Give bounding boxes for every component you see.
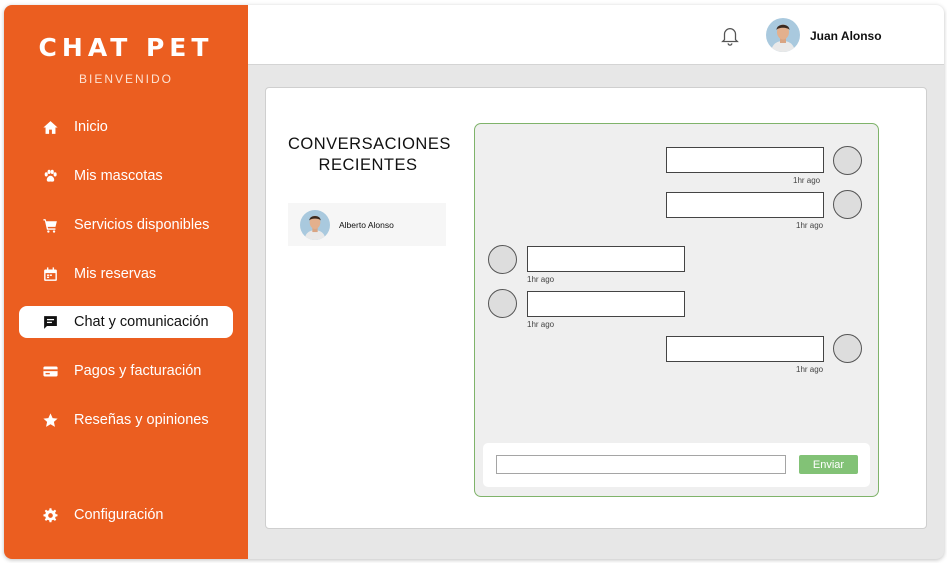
- message-avatar: [833, 334, 862, 363]
- chat-card: CONVERSACIONES RECIENTES Alberto Alonso …: [265, 87, 927, 529]
- message-bubble: [666, 147, 824, 173]
- message-bubble: [666, 192, 824, 218]
- message-time: 1hr ago: [527, 275, 555, 284]
- app-window: CHAT PET BIENVENIDO Inicio Mis mascotas: [4, 5, 944, 559]
- sidebar-item-chat[interactable]: Chat y comunicación: [19, 306, 233, 338]
- top-header: Juan Alonso: [248, 5, 944, 65]
- paw-icon: [40, 166, 60, 186]
- message-bubble: [527, 246, 685, 272]
- sidebar-item-label: Chat y comunicación: [74, 314, 209, 330]
- chat-icon: [40, 312, 60, 332]
- star-icon: [40, 410, 60, 430]
- sidebar-item-label: Reseñas y opiniones: [74, 412, 209, 428]
- gear-icon: [40, 505, 60, 525]
- credit-card-icon: [40, 361, 60, 381]
- conversations-title: CONVERSACIONES RECIENTES: [288, 134, 451, 176]
- conversations-title-line1: CONVERSACIONES: [288, 135, 451, 153]
- message-time: 1hr ago: [793, 176, 821, 185]
- bell-icon[interactable]: [719, 25, 741, 47]
- sidebar-item-mis-mascotas[interactable]: Mis mascotas: [19, 160, 233, 192]
- sidebar-item-label: Pagos y facturación: [74, 363, 202, 379]
- header-user-name: Juan Alonso: [810, 29, 882, 43]
- message-input[interactable]: [496, 455, 786, 474]
- message-avatar: [833, 190, 862, 219]
- sidebar-item-servicios[interactable]: Servicios disponibles: [19, 209, 233, 241]
- message-time: 1hr ago: [796, 221, 824, 230]
- send-button[interactable]: Enviar: [799, 455, 858, 474]
- sidebar-item-label: Configuración: [74, 507, 164, 523]
- sidebar-item-configuracion[interactable]: Configuración: [19, 499, 233, 531]
- conversation-item[interactable]: Alberto Alonso: [288, 203, 446, 246]
- message-avatar: [833, 146, 862, 175]
- contact-name: Alberto Alonso: [339, 219, 394, 230]
- message-composer: Enviar: [483, 443, 870, 487]
- brand-logo: CHAT PET: [38, 33, 214, 62]
- message-time: 1hr ago: [796, 365, 824, 374]
- contact-avatar: [300, 209, 330, 240]
- cart-icon: [40, 215, 60, 235]
- chat-panel: 1hr ago 1hr ago 1hr ago 1hr ago 1hr ago …: [474, 123, 879, 497]
- sidebar-item-label: Mis mascotas: [74, 168, 163, 184]
- sidebar: CHAT PET BIENVENIDO Inicio Mis mascotas: [4, 5, 248, 559]
- sidebar-item-label: Servicios disponibles: [74, 217, 210, 233]
- user-avatar[interactable]: [766, 18, 800, 52]
- calendar-icon: [40, 264, 60, 284]
- sidebar-item-pagos[interactable]: Pagos y facturación: [19, 355, 233, 387]
- sidebar-item-label: Inicio: [74, 119, 108, 135]
- sidebar-item-inicio[interactable]: Inicio: [19, 111, 233, 143]
- message-bubble: [527, 291, 685, 317]
- sidebar-item-mis-reservas[interactable]: Mis reservas: [19, 258, 233, 290]
- message-avatar: [488, 289, 517, 318]
- message-avatar: [488, 245, 517, 274]
- sidebar-item-resenas[interactable]: Reseñas y opiniones: [19, 404, 233, 436]
- conversations-title-line2: RECIENTES: [318, 156, 418, 174]
- message-time: 1hr ago: [527, 320, 555, 329]
- welcome-subtitle: BIENVENIDO: [78, 72, 173, 86]
- home-icon: [40, 117, 60, 137]
- message-bubble: [666, 336, 824, 362]
- sidebar-item-label: Mis reservas: [74, 266, 157, 282]
